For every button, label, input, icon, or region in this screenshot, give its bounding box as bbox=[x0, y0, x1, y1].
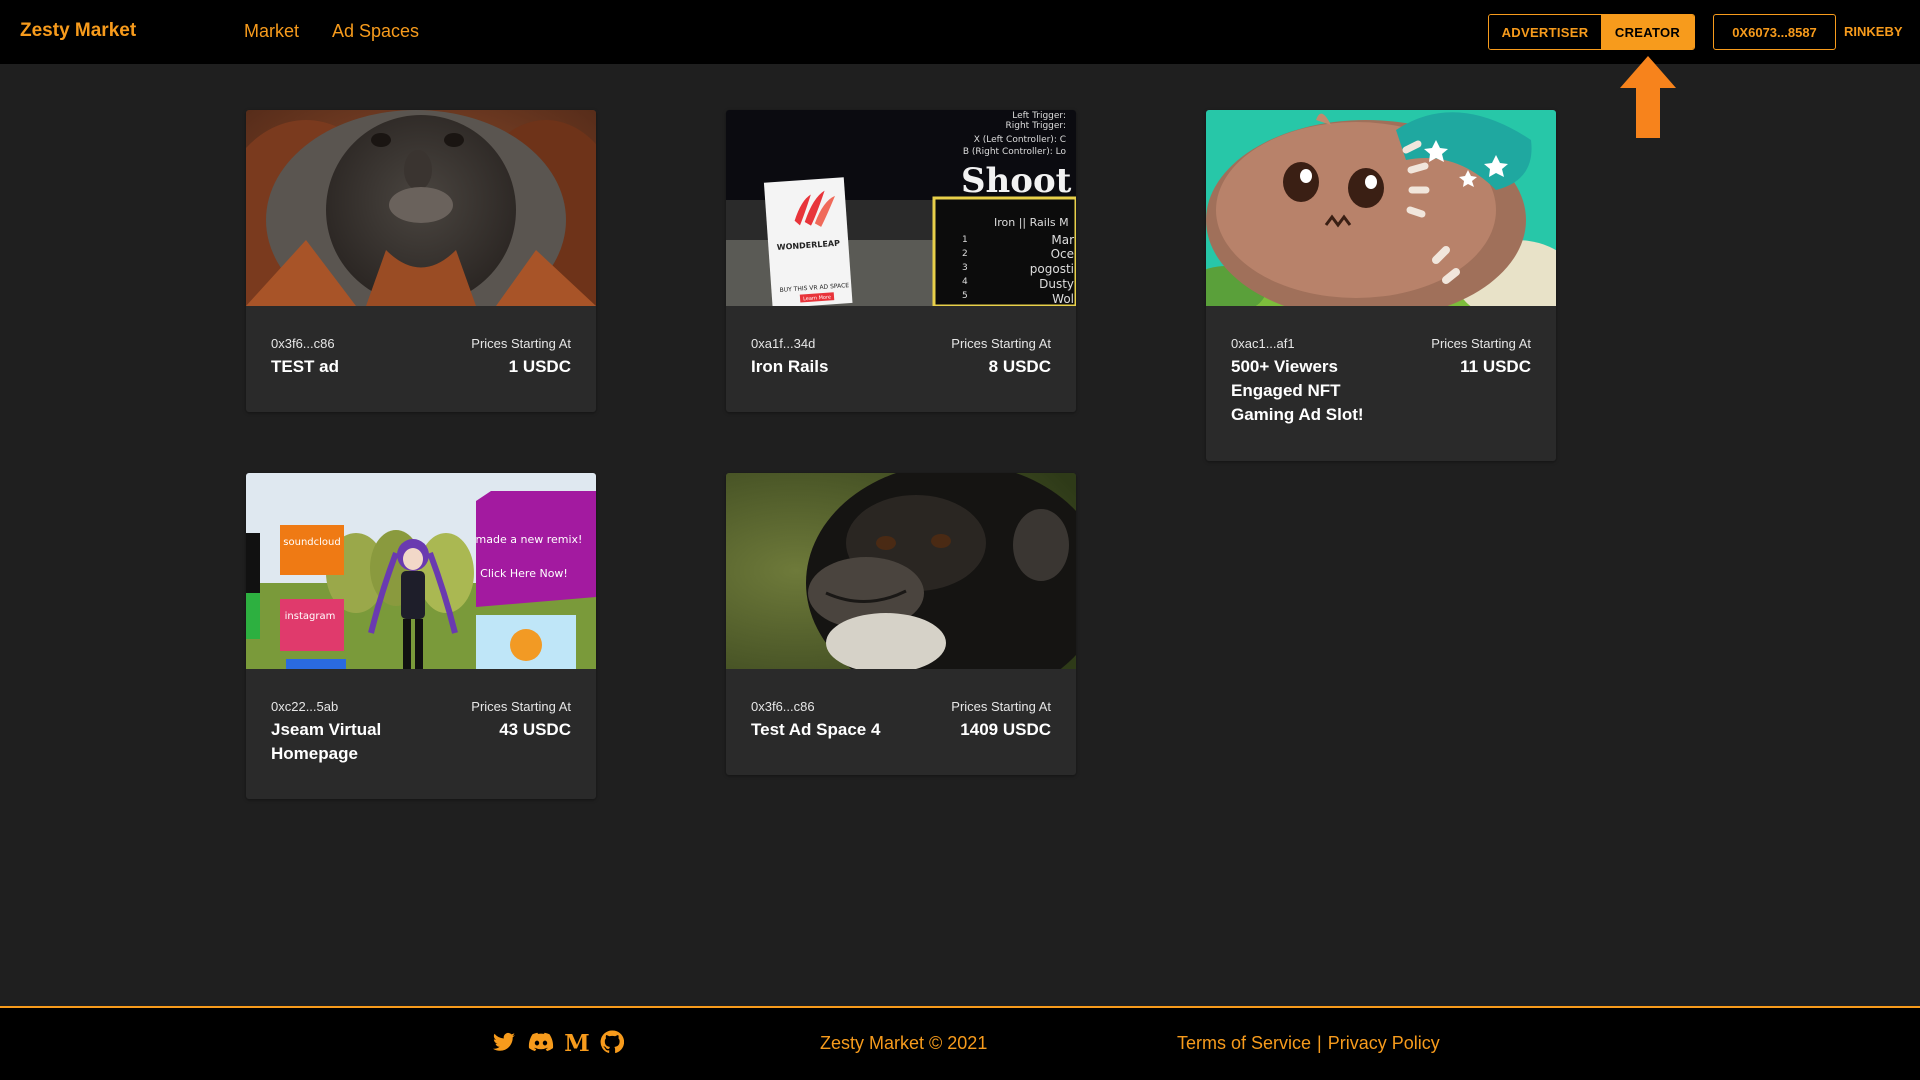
svg-text:1: 1 bbox=[962, 235, 968, 245]
board-title: Iron || Rails M bbox=[994, 216, 1069, 229]
prices-starting-label: Prices Starting At bbox=[1431, 336, 1531, 351]
cartoon-monster-art bbox=[1206, 110, 1556, 306]
ad-space-title: Iron Rails bbox=[751, 357, 829, 376]
svg-text:5: 5 bbox=[962, 291, 968, 301]
network-label: RINKEBY bbox=[1844, 24, 1903, 39]
ad-space-title: TEST ad bbox=[271, 357, 340, 376]
copyright-text: Zesty Market © 2021 bbox=[820, 1033, 988, 1053]
ad-space-card[interactable]: Left Trigger: Right Trigger: X (Left Con… bbox=[726, 110, 1076, 412]
starting-price: 43 USDC bbox=[499, 720, 571, 739]
nav-link-market[interactable]: Market bbox=[244, 21, 299, 42]
github-icon[interactable] bbox=[600, 1030, 626, 1056]
twitter-icon[interactable] bbox=[492, 1030, 518, 1056]
owner-address: 0x3f6...c86 bbox=[751, 699, 815, 714]
starting-price: 1409 USDC bbox=[960, 720, 1051, 739]
vr-game-screenshot: Left Trigger: Right Trigger: X (Left Con… bbox=[726, 110, 1076, 306]
card-body: 0xc22...5ab Prices Starting At Jseam Vir… bbox=[246, 669, 596, 763]
ad-space-card[interactable]: 0x3f6...c86 Prices Starting At TEST ad 1… bbox=[246, 110, 596, 412]
discord-icon[interactable] bbox=[528, 1030, 554, 1056]
board-row: pogosti bbox=[1030, 262, 1074, 276]
ad-space-title: Test Ad Space 4 bbox=[751, 720, 881, 739]
brand-logo[interactable]: Zesty Market bbox=[20, 20, 136, 42]
prices-starting-label: Prices Starting At bbox=[951, 699, 1051, 714]
ad-space-card[interactable]: soundcloud instagram made a new remix! C… bbox=[246, 473, 596, 799]
prices-starting-label: Prices Starting At bbox=[951, 336, 1051, 351]
instagram-box-label: instagram bbox=[285, 611, 336, 622]
starting-price: 8 USDC bbox=[988, 357, 1051, 376]
starting-price: 11 USDC bbox=[1460, 357, 1531, 376]
medium-icon[interactable]: M bbox=[564, 1030, 590, 1057]
footer: M Zesty Market © 2021 Terms of Service | P… bbox=[0, 1006, 1920, 1080]
card-body: 0xa1f...34d Prices Starting At Iron Rail… bbox=[726, 306, 1076, 376]
board-row: Mar bbox=[1051, 233, 1074, 247]
board-row: Wol bbox=[1052, 292, 1074, 306]
nav-link-ad-spaces[interactable]: Ad Spaces bbox=[332, 21, 419, 42]
link-separator: | bbox=[1317, 1033, 1322, 1053]
chimpanzee-photo bbox=[726, 473, 1076, 669]
owner-address: 0xac1...af1 bbox=[1231, 336, 1295, 351]
svg-text:X (Left Controller): C: X (Left Controller): C bbox=[974, 135, 1066, 145]
terms-of-service-link[interactable]: Terms of Service bbox=[1177, 1033, 1311, 1053]
orangutan-photo bbox=[246, 110, 596, 306]
advertiser-role-button[interactable]: ADVERTISER bbox=[1489, 15, 1601, 49]
virtual-homepage-scene: soundcloud instagram made a new remix! C… bbox=[246, 473, 596, 669]
click-here-text: Click Here Now! bbox=[480, 567, 568, 580]
privacy-policy-link[interactable]: Privacy Policy bbox=[1328, 1033, 1440, 1053]
social-links: M bbox=[492, 1030, 626, 1057]
shoot-text: Shoot bbox=[961, 161, 1072, 201]
role-toggle-group: ADVERTISER CREATOR bbox=[1488, 14, 1695, 50]
annotation-up-arrow-icon bbox=[1620, 56, 1676, 138]
starting-price: 1 USDC bbox=[508, 357, 571, 376]
svg-text:4: 4 bbox=[962, 277, 968, 287]
board-row: Dusty bbox=[1039, 277, 1074, 291]
card-body: 0xac1...af1 Prices Starting At 500+ View… bbox=[1206, 306, 1556, 424]
ad-space-title: Jseam Virtual Homepage bbox=[271, 720, 382, 763]
wallet-address-button[interactable]: 0X6073...8587 bbox=[1713, 14, 1836, 50]
svg-text:Right Trigger:: Right Trigger: bbox=[1006, 121, 1066, 131]
owner-address: 0xc22...5ab bbox=[271, 699, 339, 714]
board-row: Oce bbox=[1051, 247, 1074, 261]
owner-address: 0xa1f...34d bbox=[751, 336, 816, 351]
top-navbar: Zesty Market Market Ad Spaces ADVERTISER… bbox=[0, 0, 1920, 64]
svg-text:M: M bbox=[564, 1030, 589, 1054]
svg-text:B (Right Controller): Lo: B (Right Controller): Lo bbox=[963, 147, 1067, 157]
prices-starting-label: Prices Starting At bbox=[471, 336, 571, 351]
svg-text:2: 2 bbox=[962, 249, 968, 259]
svg-text:3: 3 bbox=[962, 263, 968, 273]
controls-text-1: Left Trigger: bbox=[1012, 111, 1066, 121]
remix-text: made a new remix! bbox=[476, 533, 583, 546]
soundcloud-box-label: soundcloud bbox=[283, 537, 340, 548]
owner-address: 0x3f6...c86 bbox=[271, 336, 335, 351]
ad-space-title: 500+ Viewers Engaged NFT Gaming Ad Slot! bbox=[1231, 357, 1364, 424]
legal-links: Terms of Service | Privacy Policy bbox=[1177, 1033, 1440, 1054]
card-body: 0x3f6...c86 Prices Starting At TEST ad 1… bbox=[246, 306, 596, 376]
ad-space-card[interactable]: 0xac1...af1 Prices Starting At 500+ View… bbox=[1206, 110, 1556, 461]
ad-space-card[interactable]: 0x3f6...c86 Prices Starting At Test Ad S… bbox=[726, 473, 1076, 775]
card-body: 0x3f6...c86 Prices Starting At Test Ad S… bbox=[726, 669, 1076, 739]
creator-role-button[interactable]: CREATOR bbox=[1601, 15, 1694, 49]
prices-starting-label: Prices Starting At bbox=[471, 699, 571, 714]
